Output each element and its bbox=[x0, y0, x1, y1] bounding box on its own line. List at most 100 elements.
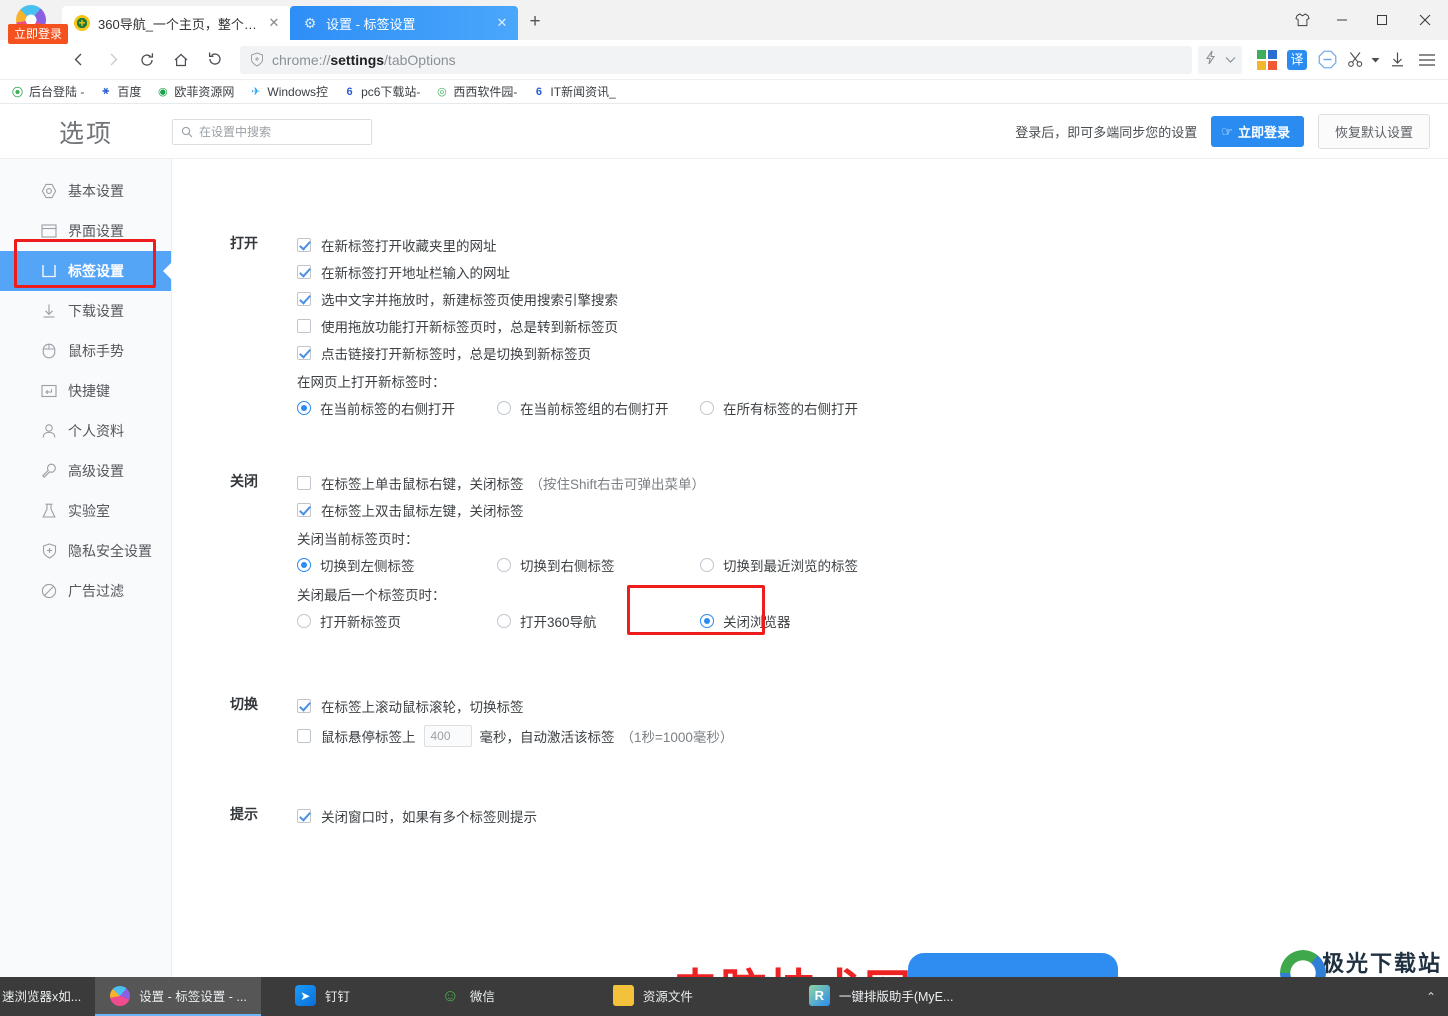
hover-delay-input[interactable]: 400 bbox=[423, 725, 472, 747]
maximize-button[interactable] bbox=[1362, 3, 1402, 37]
radio-option[interactable]: 在所有标签的右侧打开 bbox=[700, 398, 858, 418]
radio-icon[interactable] bbox=[297, 558, 311, 572]
screenshot-scissors-icon[interactable] bbox=[1342, 46, 1368, 74]
menu-icon[interactable] bbox=[1412, 46, 1442, 74]
checkbox-icon[interactable] bbox=[297, 698, 311, 713]
sidebar-item-download[interactable]: 下载设置 bbox=[0, 291, 171, 331]
checkbox-icon[interactable] bbox=[297, 291, 311, 306]
taskbar-item-wechat[interactable]: ☺ 微信 bbox=[426, 977, 509, 1016]
checkbox-row[interactable]: 点击链接打开新标签时，总是切换到新标签页 bbox=[297, 339, 1448, 366]
history-undo-icon[interactable] bbox=[198, 43, 232, 77]
search-input[interactable]: 在设置中搜索 bbox=[172, 118, 372, 145]
download-icon bbox=[40, 302, 58, 320]
bookmark-label: 百度 bbox=[117, 85, 142, 99]
lightning-icon[interactable] bbox=[1204, 50, 1217, 70]
taskbar-item-folder[interactable]: 资源文件 bbox=[599, 977, 707, 1016]
bookmark-item[interactable]: 6 pc6下载站- bbox=[342, 83, 421, 100]
bookmark-item[interactable]: ⦿ 后台登陆 - bbox=[10, 83, 84, 100]
checkbox-icon[interactable] bbox=[297, 475, 311, 490]
radio-icon[interactable] bbox=[297, 614, 311, 628]
taskbar-item-typeset-assistant[interactable]: R 一键排版助手(MyE... bbox=[795, 977, 968, 1016]
browser-window: 360导航_一个主页，整个世界 ✕ ⚙ 设置 - 标签设置 ✕ + bbox=[0, 0, 1448, 1016]
checkbox-icon[interactable] bbox=[297, 808, 311, 823]
reset-defaults-button[interactable]: 恢复默认设置 bbox=[1317, 114, 1430, 149]
bookmark-item[interactable]: ◎ 西西软件园- bbox=[434, 83, 517, 100]
radio-icon[interactable] bbox=[297, 401, 311, 415]
bookmark-item[interactable]: ⚹ 百度 bbox=[98, 83, 142, 100]
checkbox-row[interactable]: 在新标签打开收藏夹里的网址 bbox=[297, 231, 1448, 258]
translate-label: 译 bbox=[1287, 49, 1307, 70]
skin-button[interactable] bbox=[1282, 3, 1322, 37]
address-bar[interactable]: chrome://settings/tabOptions bbox=[240, 45, 1192, 74]
radio-option[interactable]: 切换到左侧标签 bbox=[297, 555, 497, 575]
adblock-icon[interactable] bbox=[1312, 46, 1342, 74]
download-icon[interactable] bbox=[1382, 46, 1412, 74]
radio-option[interactable]: 打开新标签页 bbox=[297, 611, 497, 631]
microsoft-extension-icon[interactable] bbox=[1252, 46, 1282, 74]
chevron-down-icon[interactable] bbox=[1225, 51, 1236, 69]
login-button[interactable]: ☞ 立即登录 bbox=[1211, 116, 1304, 147]
radio-icon[interactable] bbox=[700, 558, 714, 572]
radio-icon[interactable] bbox=[497, 401, 511, 415]
taskbar-item-settings[interactable]: 设置 - 标签设置 - ... bbox=[95, 977, 261, 1016]
bookmark-item[interactable]: ✈ Windows控 bbox=[248, 83, 328, 100]
tab-close-icon[interactable]: ✕ bbox=[264, 13, 284, 33]
checkbox-row[interactable]: 使用拖放功能打开新标签页时，总是转到新标签页 bbox=[297, 312, 1448, 339]
radio-option[interactable]: 切换到右侧标签 bbox=[497, 555, 700, 575]
checkbox-row[interactable]: 在标签上双击鼠标左键，关闭标签 bbox=[297, 496, 1448, 523]
checkbox-icon[interactable] bbox=[297, 502, 311, 517]
checkbox-icon[interactable] bbox=[297, 237, 311, 252]
sidebar-item-adblock[interactable]: 广告过滤 bbox=[0, 571, 171, 611]
settings-header: 选项 在设置中搜索 登录后，即可多端同步您的设置 ☞ 立即登录 恢复默认设置 bbox=[0, 105, 1448, 159]
back-button[interactable] bbox=[62, 43, 96, 77]
bookmark-item[interactable]: ◉ 欧菲资源网 bbox=[155, 83, 234, 100]
checkbox-row[interactable]: 在新标签打开地址栏输入的网址 bbox=[297, 258, 1448, 285]
checkbox-label: 在新标签打开收藏夹里的网址 bbox=[321, 238, 497, 254]
radio-option[interactable]: 关闭浏览器 bbox=[700, 611, 791, 631]
sidebar-item-shortcuts[interactable]: 快捷键 bbox=[0, 371, 171, 411]
checkbox-row[interactable]: 在标签上单击鼠标右键，关闭标签 （按住Shift右击可弹出菜单） bbox=[297, 469, 1448, 496]
sidebar-item-lab[interactable]: 实验室 bbox=[0, 491, 171, 531]
home-icon[interactable] bbox=[164, 43, 198, 77]
checkbox-icon[interactable] bbox=[297, 729, 311, 743]
tab-close-icon[interactable]: ✕ bbox=[492, 13, 512, 33]
translate-icon[interactable]: 译 bbox=[1282, 46, 1312, 74]
bookmark-item[interactable]: 6 IT新闻资讯_ bbox=[531, 83, 616, 100]
radio-icon[interactable] bbox=[700, 401, 714, 415]
login-now-badge[interactable]: 立即登录 bbox=[8, 24, 69, 44]
taskbar-item-dingtalk[interactable]: ➤ 钉钉 bbox=[281, 977, 364, 1016]
checkbox-icon[interactable] bbox=[297, 345, 311, 360]
reload-icon[interactable] bbox=[130, 43, 164, 77]
tab-1[interactable]: ⚙ 设置 - 标签设置 ✕ bbox=[290, 6, 518, 40]
radio-option[interactable]: 在当前标签的右侧打开 bbox=[297, 398, 497, 418]
pc6-icon: 6 bbox=[535, 85, 542, 98]
tab-0[interactable]: 360导航_一个主页，整个世界 ✕ bbox=[62, 6, 290, 40]
radio-icon[interactable] bbox=[497, 614, 511, 628]
radio-option[interactable]: 切换到最近浏览的标签 bbox=[700, 555, 858, 575]
section-open: 打开 在新标签打开收藏夹里的网址 在新标签打开地址栏输入的网址 选中文字并拖放时… bbox=[172, 231, 1448, 422]
sidebar-item-profile[interactable]: 个人资料 bbox=[0, 411, 171, 451]
sidebar-item-mouse-gesture[interactable]: 鼠标手势 bbox=[0, 331, 171, 371]
checkbox-row[interactable]: 在标签上滚动鼠标滚轮，切换标签 bbox=[297, 692, 1448, 719]
taskbar-item-browser[interactable]: 速浏览器x如... bbox=[0, 977, 95, 1016]
tray-expand-icon[interactable]: ⌃ bbox=[1426, 990, 1448, 1004]
checkbox-icon[interactable] bbox=[297, 264, 311, 279]
radio-option[interactable]: 在当前标签组的右侧打开 bbox=[497, 398, 700, 418]
checkbox-row[interactable]: 关闭窗口时，如果有多个标签则提示 bbox=[297, 802, 1448, 829]
radio-option[interactable]: 打开360导航 bbox=[497, 611, 700, 631]
radio-icon[interactable] bbox=[700, 614, 714, 628]
forward-button[interactable] bbox=[96, 43, 130, 77]
new-tab-button[interactable]: + bbox=[518, 6, 552, 40]
minimize-button[interactable] bbox=[1322, 3, 1362, 37]
sidebar-item-advanced[interactable]: 高级设置 bbox=[0, 451, 171, 491]
checkbox-row[interactable]: 选中文字并拖放时，新建标签页使用搜索引擎搜索 bbox=[297, 285, 1448, 312]
sidebar-item-basic[interactable]: 基本设置 bbox=[0, 171, 171, 211]
close-button[interactable] bbox=[1402, 3, 1448, 37]
sidebar-item-tabs[interactable]: 标签设置 bbox=[0, 251, 171, 291]
sidebar-item-privacy[interactable]: 隐私安全设置 bbox=[0, 531, 171, 571]
scissors-caret-icon[interactable] bbox=[1368, 46, 1382, 74]
checkbox-icon[interactable] bbox=[297, 318, 311, 333]
sidebar-item-interface[interactable]: 界面设置 bbox=[0, 211, 171, 251]
hover-activate-row[interactable]: 鼠标悬停标签上 400 毫秒，自动激活该标签 （1秒=1000毫秒） bbox=[297, 719, 1448, 753]
radio-icon[interactable] bbox=[497, 558, 511, 572]
